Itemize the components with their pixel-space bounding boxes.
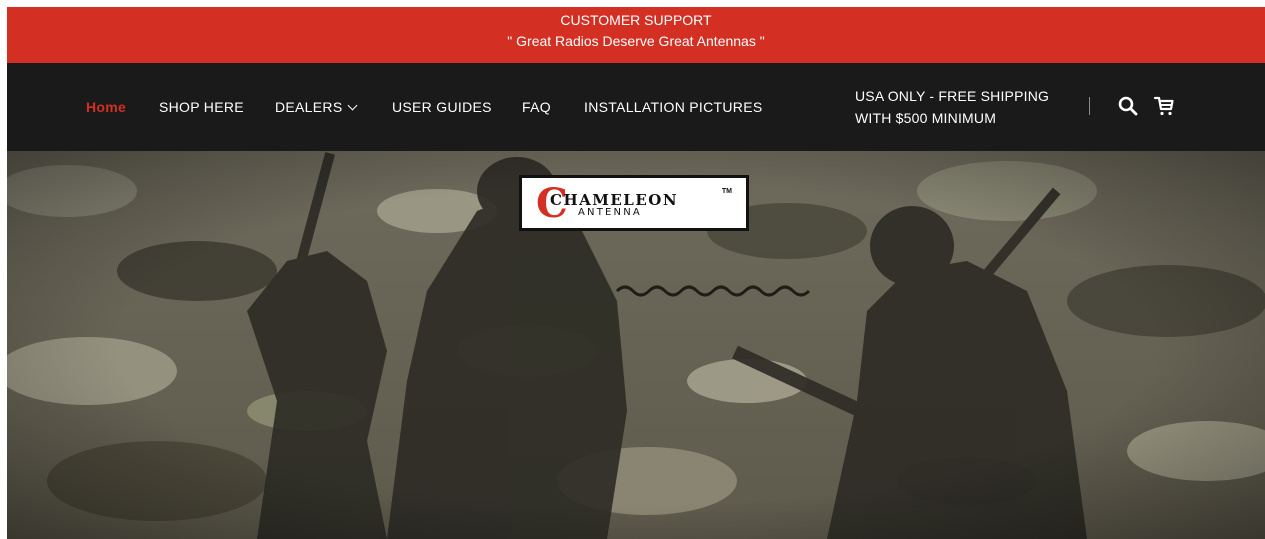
page: CUSTOMER SUPPORT " Great Radios Deserve … — [7, 7, 1265, 539]
logo-subtitle: ANTENNA — [578, 207, 642, 218]
nav-dealers[interactable]: DEALERS — [275, 99, 358, 115]
nav-home[interactable]: Home — [86, 99, 126, 115]
main-navigation: Home SHOP HERE DEALERS USER GUIDES FAQ I… — [7, 63, 1265, 151]
nav-divider — [1089, 97, 1090, 115]
shipping-line-2: WITH $500 MINIMUM — [855, 110, 997, 126]
shipping-line-1: USA ONLY - FREE SHIPPING — [855, 88, 1050, 104]
nav-installation-pictures[interactable]: INSTALLATION PICTURES — [584, 99, 762, 115]
chevron-down-icon — [348, 100, 358, 111]
customer-support-link[interactable]: CUSTOMER SUPPORT — [7, 10, 1265, 31]
hero-banner: C CHAMELEON TM ANTENNA — [7, 151, 1265, 539]
nav-faq[interactable]: FAQ — [522, 99, 551, 115]
search-icon[interactable] — [1116, 94, 1140, 118]
logo-trademark: TM — [721, 188, 732, 195]
nav-shop-here[interactable]: SHOP HERE — [159, 99, 244, 115]
announcement-bar: CUSTOMER SUPPORT " Great Radios Deserve … — [7, 7, 1265, 63]
chameleon-antenna-logo[interactable]: C CHAMELEON TM ANTENNA — [519, 175, 749, 231]
nav-user-guides[interactable]: USER GUIDES — [392, 99, 492, 115]
announcement-tagline: " Great Radios Deserve Great Antennas " — [507, 33, 765, 49]
nav-dealers-label: DEALERS — [275, 99, 343, 115]
shipping-notice: USA ONLY - FREE SHIPPING WITH $500 MINIM… — [855, 85, 1049, 129]
cart-icon[interactable] — [1152, 94, 1176, 118]
